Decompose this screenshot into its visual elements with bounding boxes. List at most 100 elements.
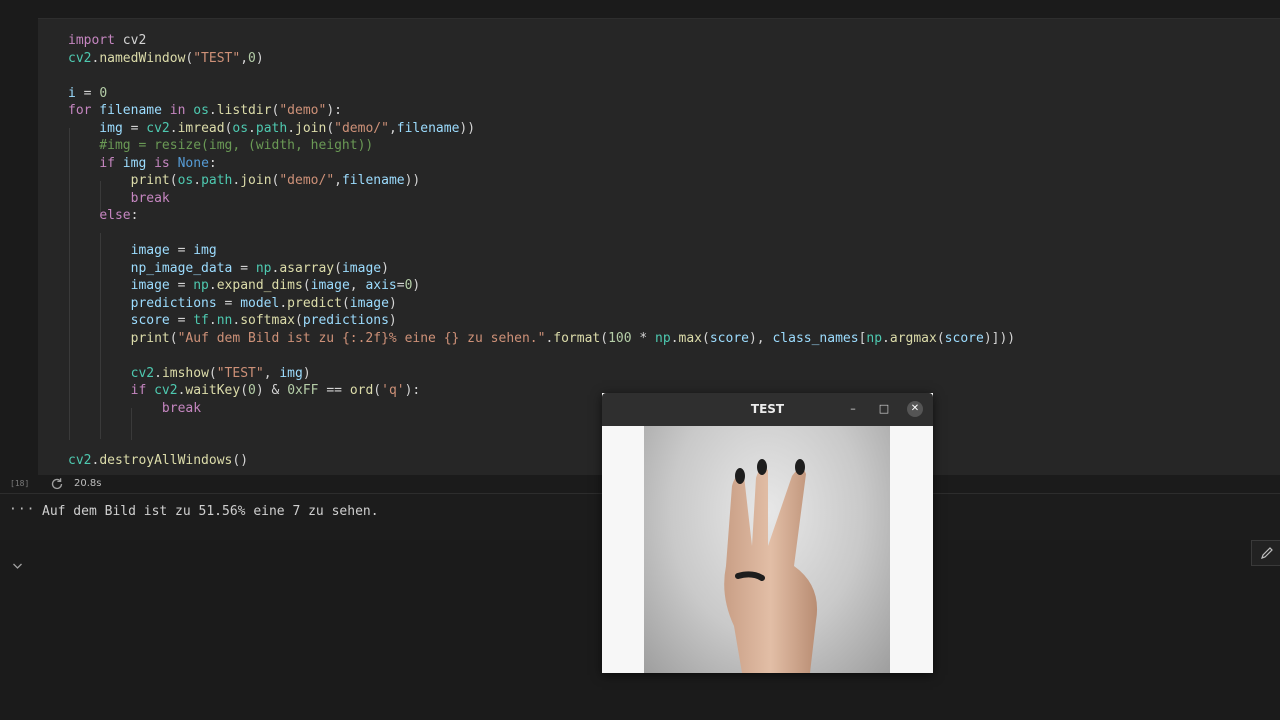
close-button[interactable]: ✕ [907,401,923,417]
code-token: . [248,120,256,136]
code-line[interactable]: cv2.destroyAllWindows() [68,452,248,470]
code-token: , [334,173,342,188]
code-token: class_names [772,330,859,346]
code-line[interactable]: break [68,190,170,208]
code-token: ): [404,383,421,398]
code-token: np [255,260,272,276]
code-token: img [114,155,155,171]
code-line[interactable]: for filename in os.listdir("demo"): [68,102,342,120]
code-token: print [130,330,170,346]
code-token: "demo" [279,103,327,118]
code-line[interactable]: i = 0 [68,85,107,103]
pencil-icon[interactable] [1251,540,1280,566]
code-token: nn [216,313,233,328]
code-line[interactable]: cv2.imshow("TEST", img) [68,365,311,383]
code-token: cv2 [114,33,147,48]
code-token: ) [255,50,264,66]
code-token: np [655,330,671,346]
output-menu-icon[interactable]: ··· [9,502,35,517]
code-token: tf [193,313,209,328]
code-token: . [208,103,217,118]
code-line[interactable]: if img is None: [68,155,217,173]
code-token: format [553,330,601,346]
code-token: cv2 [146,383,178,398]
code-token: filename [91,103,170,118]
code-line[interactable]: break [68,400,201,418]
code-token: , [263,365,280,381]
code-token: path [255,120,288,136]
code-token: argmax [889,330,937,346]
code-token: 100 [608,330,632,346]
code-token: score [68,313,170,328]
code-token: i [68,85,76,101]
code-line[interactable]: score = tf.nn.softmax(predictions) [68,312,397,330]
code-token: = [75,85,100,101]
code-token: . [882,330,890,346]
code-token: = [396,278,405,293]
code-line[interactable]: #img = resize(img, (width, height)) [68,137,373,155]
code-token: ), [748,330,773,346]
code-token: = [216,295,241,311]
code-token: () [232,453,249,468]
code-token: imread [177,120,225,136]
minimize-button[interactable]: – [845,401,861,417]
code-token: : [130,208,139,223]
code-token: filename [396,120,460,136]
code-token: np [193,278,209,293]
code-token: image [68,278,170,293]
code-token: 0xFF [287,383,319,398]
code-token: ( [373,383,382,398]
code-token: image [310,278,350,293]
window-titlebar[interactable]: TEST – □ ✕ [602,393,933,426]
code-token: ( [334,260,342,276]
code-line[interactable]: np_image_data = np.asarray(image) [68,260,389,278]
code-token: , [388,120,397,136]
displayed-image [602,426,933,673]
code-token: . [154,365,162,381]
code-token: , [240,50,249,66]
code-token: = [169,278,194,293]
code-token: cv2 [68,50,92,66]
code-token: img [279,365,303,381]
code-line[interactable]: img = cv2.imread(os.path.join("demo/",fi… [68,120,475,138]
code-line[interactable]: print(os.path.join("demo/",filename)) [68,172,421,190]
hand-photo [644,426,890,673]
refresh-icon[interactable] [50,477,64,491]
code-token: join [295,120,327,136]
code-line[interactable]: cv2.namedWindow("TEST",0) [68,50,264,68]
code-token: break [161,400,202,416]
code-token: )) [404,173,421,188]
code-line[interactable]: image = np.expand_dims(image, axis=0) [68,277,421,295]
chevron-down-icon[interactable] [12,560,23,573]
code-token: 0 [248,383,256,398]
code-line[interactable]: print("Auf dem Bild ist zu {:.2f}% eine … [68,330,1016,348]
code-token: score [709,330,749,346]
opencv-image-window[interactable]: TEST – □ ✕ [602,393,933,673]
code-token: "Auf dem Bild ist zu {:.2f}% eine {} zu … [177,330,546,346]
code-token: ) [388,295,397,311]
code-token: ( [169,330,178,346]
code-token: ( [295,313,303,328]
maximize-button[interactable]: □ [876,401,892,417]
code-line[interactable]: predictions = model.predict(image) [68,295,397,313]
code-token: : [208,155,217,171]
code-token: score [944,330,984,346]
code-token: cv2 [146,120,170,136]
code-token: ( [302,278,311,293]
code-token: "demo/" [334,120,389,136]
code-line[interactable]: if cv2.waitKey(0) & 0xFF == ord('q'): [68,382,421,400]
code-token: . [208,278,217,293]
code-token: imshow [161,365,209,381]
code-token: ( [702,330,710,346]
code-token: np_image_data [68,260,233,276]
code-line[interactable]: image = img [68,242,217,260]
code-token: image [341,260,382,276]
code-token: join [240,173,272,188]
code-line[interactable]: else: [68,207,138,225]
code-token: axis [365,278,397,293]
code-token: import [68,33,115,48]
code-line[interactable]: import cv2 [68,32,146,50]
